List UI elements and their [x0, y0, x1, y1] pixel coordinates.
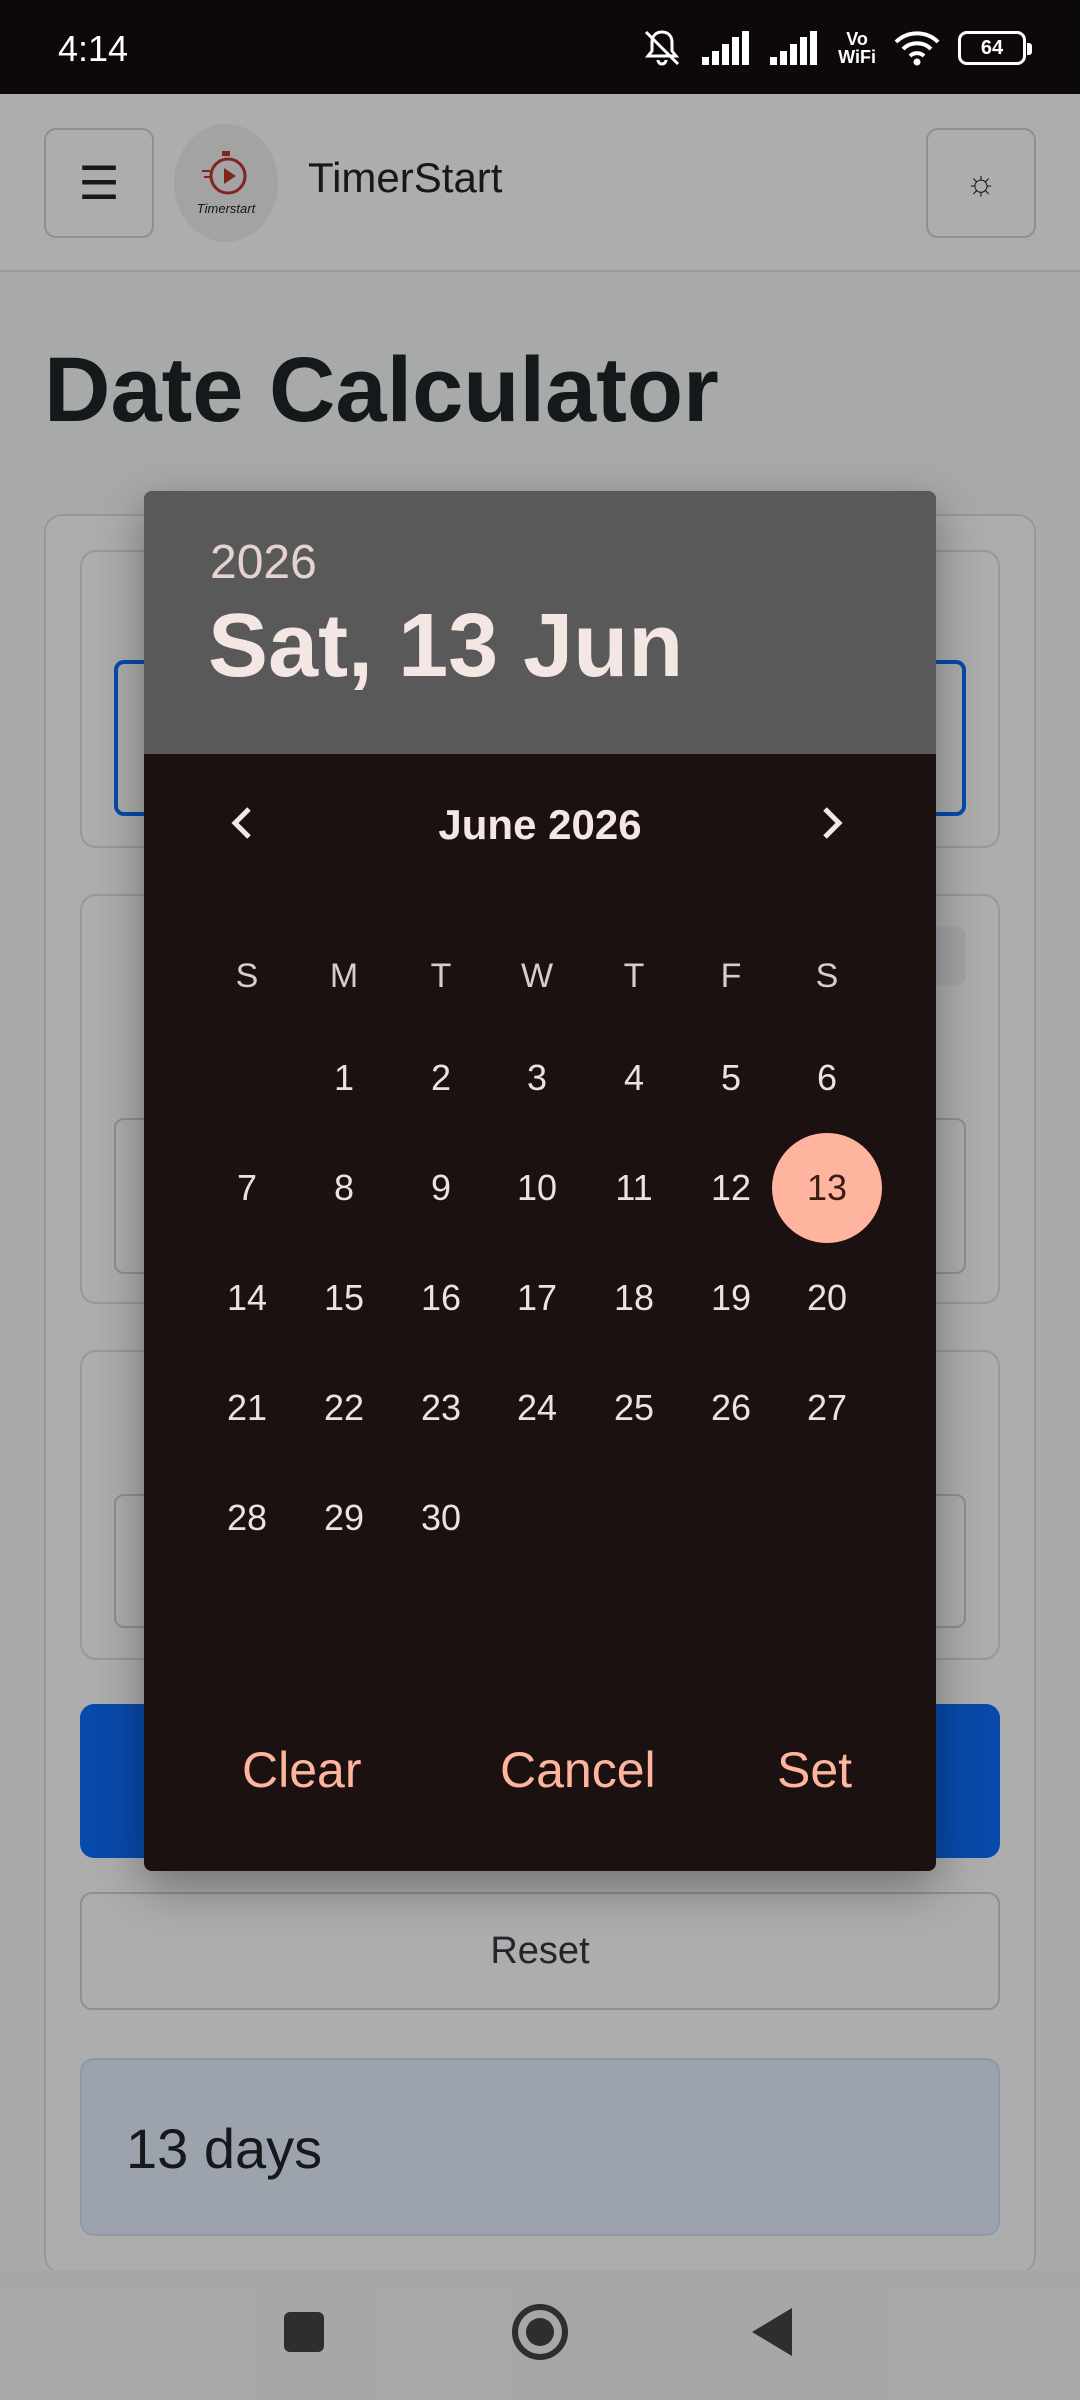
cancel-button[interactable]: Cancel — [500, 1741, 656, 1799]
calendar-day[interactable]: 20 — [779, 1243, 875, 1353]
weekday-label: S — [235, 957, 259, 995]
calendar-day[interactable]: 14 — [199, 1243, 295, 1353]
calendar-day[interactable]: 2 — [393, 1023, 489, 1133]
calendar-day[interactable]: 7 — [199, 1133, 295, 1243]
picker-selected-date: Sat, 13 Jun — [208, 596, 684, 696]
vowifi-line2: WiFi — [838, 47, 876, 67]
calendar-day[interactable]: 29 — [296, 1463, 392, 1573]
calendar-day[interactable]: 26 — [683, 1353, 779, 1463]
status-icons: Vo WiFi 64 — [640, 24, 1032, 72]
date-picker-header: 2026 Sat, 13 Jun — [144, 491, 936, 754]
calendar-day[interactable]: 23 — [393, 1353, 489, 1463]
calendar-day[interactable]: 8 — [296, 1133, 392, 1243]
calendar-day[interactable]: 10 — [489, 1133, 585, 1243]
battery-level: 64 — [980, 36, 1004, 59]
calendar-day[interactable]: 6 — [779, 1023, 875, 1133]
next-month-button[interactable] — [802, 793, 862, 853]
mute-bell-icon — [645, 30, 680, 66]
calendar-day[interactable]: 30 — [393, 1463, 489, 1573]
weekday-label: F — [720, 957, 742, 995]
calendar-day[interactable]: 9 — [393, 1133, 489, 1243]
calendar-day[interactable]: 18 — [586, 1243, 682, 1353]
signal-icon-2 — [770, 31, 818, 65]
vowifi-line1: Vo — [846, 29, 868, 49]
weekday-label: W — [520, 957, 554, 995]
calendar-day[interactable]: 1 — [296, 1023, 392, 1133]
calendar-day-selected[interactable]: 13 — [779, 1133, 875, 1243]
weekday-label: M — [329, 957, 359, 995]
picker-year[interactable]: 2026 — [210, 535, 317, 590]
calendar-day[interactable]: 19 — [683, 1243, 779, 1353]
date-picker-dialog: 2026 Sat, 13 Jun June 2026 SMTWTFS 12345… — [144, 491, 936, 1871]
calendar-day[interactable]: 21 — [199, 1353, 295, 1463]
calendar-day[interactable]: 15 — [296, 1243, 392, 1353]
calendar-day[interactable]: 5 — [683, 1023, 779, 1133]
calendar-day[interactable]: 24 — [489, 1353, 585, 1463]
status-time: 4:14 — [58, 28, 129, 69]
battery-icon: 64 — [958, 31, 1032, 65]
signal-icon — [702, 31, 750, 65]
calendar-day[interactable]: 17 — [489, 1243, 585, 1353]
calendar-day[interactable]: 28 — [199, 1463, 295, 1573]
clear-button[interactable]: Clear — [242, 1741, 361, 1799]
calendar-day[interactable]: 25 — [586, 1353, 682, 1463]
calendar-day[interactable]: 4 — [586, 1023, 682, 1133]
vowifi-icon: Vo WiFi — [838, 30, 876, 66]
weekday-label: S — [815, 957, 839, 995]
status-bar: 4:14 Vo WiFi 64 — [0, 0, 1080, 94]
calendar-day[interactable]: 3 — [489, 1023, 585, 1133]
calendar-day[interactable]: 16 — [393, 1243, 489, 1353]
weekday-label: T — [430, 957, 452, 995]
weekday-label: T — [623, 957, 645, 995]
calendar-day[interactable]: 12 — [683, 1133, 779, 1243]
calendar-day[interactable]: 27 — [779, 1353, 875, 1463]
wifi-icon — [894, 31, 940, 66]
chevron-right-icon — [823, 807, 843, 839]
set-button[interactable]: Set — [777, 1741, 852, 1799]
calendar-day[interactable]: 22 — [296, 1353, 392, 1463]
calendar-day[interactable]: 11 — [586, 1133, 682, 1243]
